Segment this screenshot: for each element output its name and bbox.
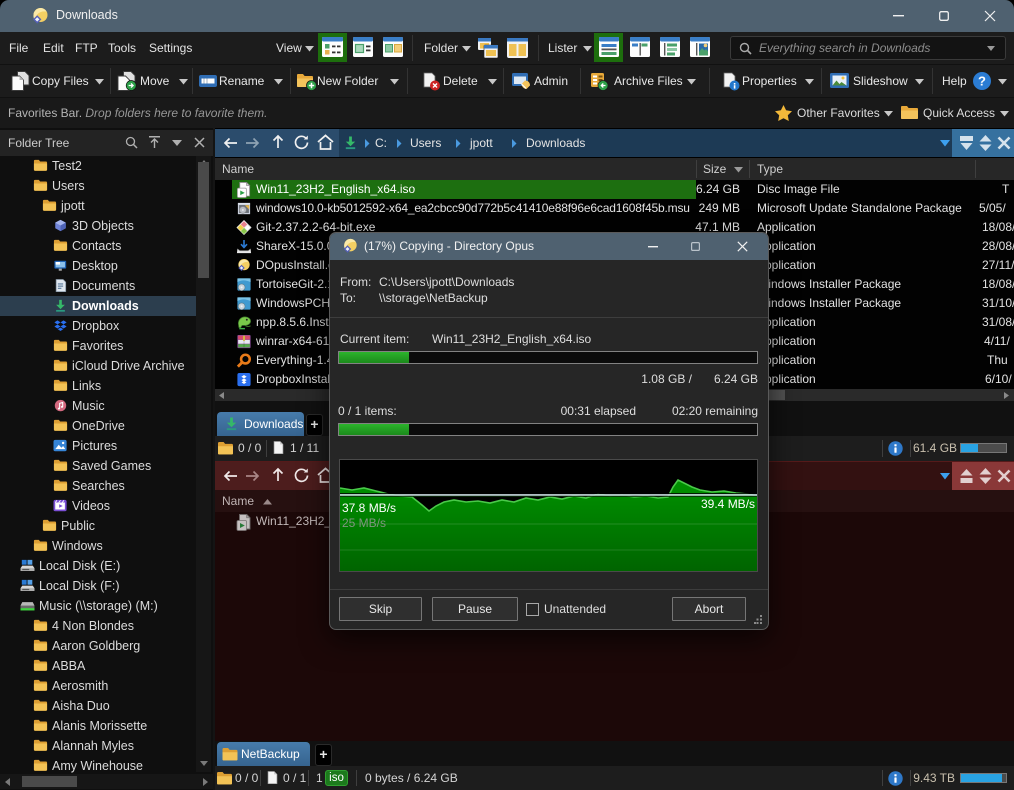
svg-text:?: ? xyxy=(978,74,986,89)
